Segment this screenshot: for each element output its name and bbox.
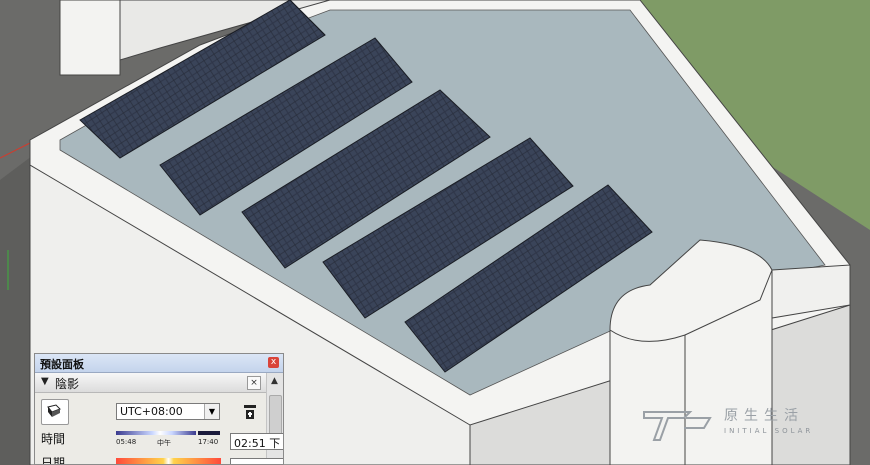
date-slider[interactable] bbox=[116, 458, 221, 464]
brand-name-cn: 原生生活 bbox=[724, 408, 804, 424]
back-tower bbox=[59, 0, 121, 76]
chevron-down-icon[interactable]: ▼ bbox=[204, 404, 219, 419]
section-close-button[interactable]: × bbox=[247, 376, 261, 390]
shadow-settings-icon[interactable] bbox=[243, 404, 257, 420]
shadows-section-header[interactable]: ▼ 陰影 × bbox=[35, 373, 267, 393]
collapse-arrow-icon[interactable]: ▼ bbox=[41, 376, 49, 387]
tray-header: 預設面板 x bbox=[35, 354, 283, 373]
time-tick-start: 05:48 bbox=[116, 438, 137, 446]
shadows-section-label: 陰影 bbox=[55, 377, 80, 391]
shadow-toggle-icon bbox=[47, 404, 61, 417]
scroll-up-icon[interactable]: ▲ bbox=[268, 375, 281, 388]
shadow-toggle-button[interactable] bbox=[41, 399, 69, 425]
brand-logo-icon bbox=[643, 411, 712, 441]
timezone-value: UTC+08:00 bbox=[120, 405, 183, 418]
date-label: 日期 bbox=[41, 456, 66, 465]
time-tick-end: 17:40 bbox=[198, 438, 219, 446]
tray-close-button[interactable]: x bbox=[268, 357, 279, 368]
time-tick-noon: 中午 bbox=[157, 439, 171, 447]
tray-scrollbar[interactable]: ▲ bbox=[266, 373, 283, 464]
tray-title: 預設面板 bbox=[40, 358, 84, 371]
default-tray-panel: 預設面板 x ▼ 陰影 × ▲ UTC+08:00 ▼ 時間 05:48 中午 … bbox=[34, 353, 284, 465]
date-input[interactable] bbox=[230, 458, 283, 464]
time-value: 02:51 下 bbox=[234, 437, 281, 450]
time-slider-track-night bbox=[198, 431, 220, 435]
brand-watermark: 原生生活 INITIAL SOLAR bbox=[640, 404, 840, 444]
time-label: 時間 bbox=[41, 432, 66, 446]
timezone-select[interactable]: UTC+08:00 ▼ bbox=[116, 403, 220, 420]
brand-name-en: INITIAL SOLAR bbox=[724, 427, 814, 435]
time-slider-track bbox=[116, 431, 196, 435]
time-input[interactable]: 02:51 下 ▲▼ bbox=[230, 433, 283, 450]
scrollbar-thumb[interactable] bbox=[269, 395, 282, 437]
time-slider[interactable]: 05:48 中午 17:40 bbox=[116, 427, 221, 447]
